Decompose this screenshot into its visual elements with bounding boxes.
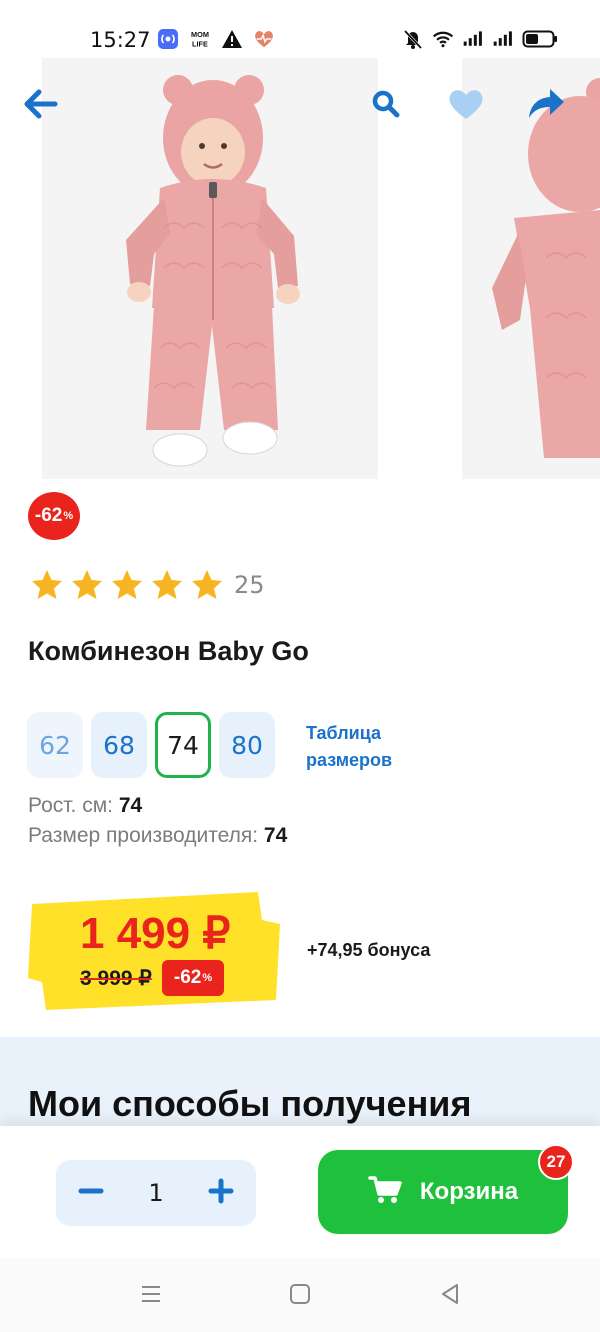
star-icon [32,570,62,599]
price-old: 3 999 ₽ [80,967,152,990]
square-icon [288,1282,312,1311]
minus-icon [78,1178,104,1209]
discount-unit: % [63,510,74,522]
decrease-button[interactable] [76,1178,106,1208]
bottom-bar: 1 Корзина 27 [0,1126,600,1258]
cart-button-label: Корзина [419,1178,519,1205]
rating[interactable]: 25 [30,568,265,602]
cart-icon [368,1175,402,1210]
star-icon [192,570,222,599]
size-table-label-line1[interactable]: Таблица [306,720,392,747]
mom-life-icon: MOM LIFE [189,28,211,50]
add-to-cart-button[interactable]: Корзина [318,1150,568,1234]
size-table-link[interactable]: Таблица размеров [306,720,392,774]
size-option-80[interactable]: 80 [219,712,275,778]
mute-icon [402,28,424,50]
recent-apps-button[interactable] [137,1282,165,1310]
menu-lines-icon [139,1283,163,1310]
star-icon [72,570,102,599]
svg-text:LIFE: LIFE [192,39,208,48]
battery-icon [522,28,558,50]
size-option-68[interactable]: 68 [91,712,147,778]
signal-icon [492,28,514,50]
delivery-section: Мои способы получения [0,1037,600,1137]
size-table-label-line2[interactable]: размеров [306,747,392,774]
favorite-button[interactable] [444,84,488,128]
price-discount-badge: -62% [162,960,224,996]
product-gallery[interactable] [0,58,600,480]
height-spec: Рост. см: 74 [28,794,142,818]
star-icon [152,570,182,599]
warning-icon [221,28,243,50]
price-block: 1 499 ₽ 3 999 ₽ -62% [26,890,280,1012]
system-nav-bar [0,1258,600,1332]
status-time: 15:27 [90,28,151,52]
price-current: 1 499 ₽ [80,909,231,958]
manufacturer-size-value: 74 [263,824,288,847]
share-icon [526,86,566,127]
discount-value: -62 [34,505,63,526]
nfc-icon [157,28,179,50]
status-icons-right [402,28,558,50]
home-button[interactable] [286,1282,314,1310]
discount-badge: -62% [28,492,80,540]
increase-button[interactable] [206,1178,236,1208]
product-title: Комбинезон Baby Go [28,636,309,666]
size-selector: 62 68 74 80 [27,712,275,778]
size-option-74[interactable]: 74 [155,712,211,778]
back-button[interactable] [18,84,62,128]
heart-icon [446,86,486,127]
cart-count-badge: 27 [538,1144,574,1180]
quantity-stepper: 1 [56,1160,256,1226]
height-value: 74 [118,794,143,817]
signal-icon [462,28,484,50]
wifi-icon [432,28,454,50]
back-arrow-icon [21,88,59,125]
delivery-title: Мои способы получения [28,1083,472,1124]
size-option-62[interactable]: 62 [27,712,83,778]
plus-icon [208,1178,234,1209]
heart-health-icon [253,28,275,50]
system-back-button[interactable] [436,1282,464,1310]
svg-text:MOM: MOM [191,30,209,39]
manufacturer-size-spec: Размер производителя: 74 [28,824,287,848]
bonus-text: +74,95 бонуса [307,940,431,960]
star-icon [112,570,142,599]
price-discount-unit: % [202,972,213,984]
share-button[interactable] [524,84,568,128]
manufacturer-size-label: Размер производителя: [28,824,259,847]
height-label: Рост. см: [28,794,113,817]
product-photo[interactable] [42,58,378,479]
price-discount-value: -62 [173,967,202,988]
search-icon [371,89,401,124]
quantity-value: 1 [148,1179,164,1207]
triangle-back-icon [438,1282,462,1311]
rating-count[interactable]: 25 [234,571,265,599]
status-icons-left: MOM LIFE [157,28,275,50]
search-button[interactable] [364,84,408,128]
